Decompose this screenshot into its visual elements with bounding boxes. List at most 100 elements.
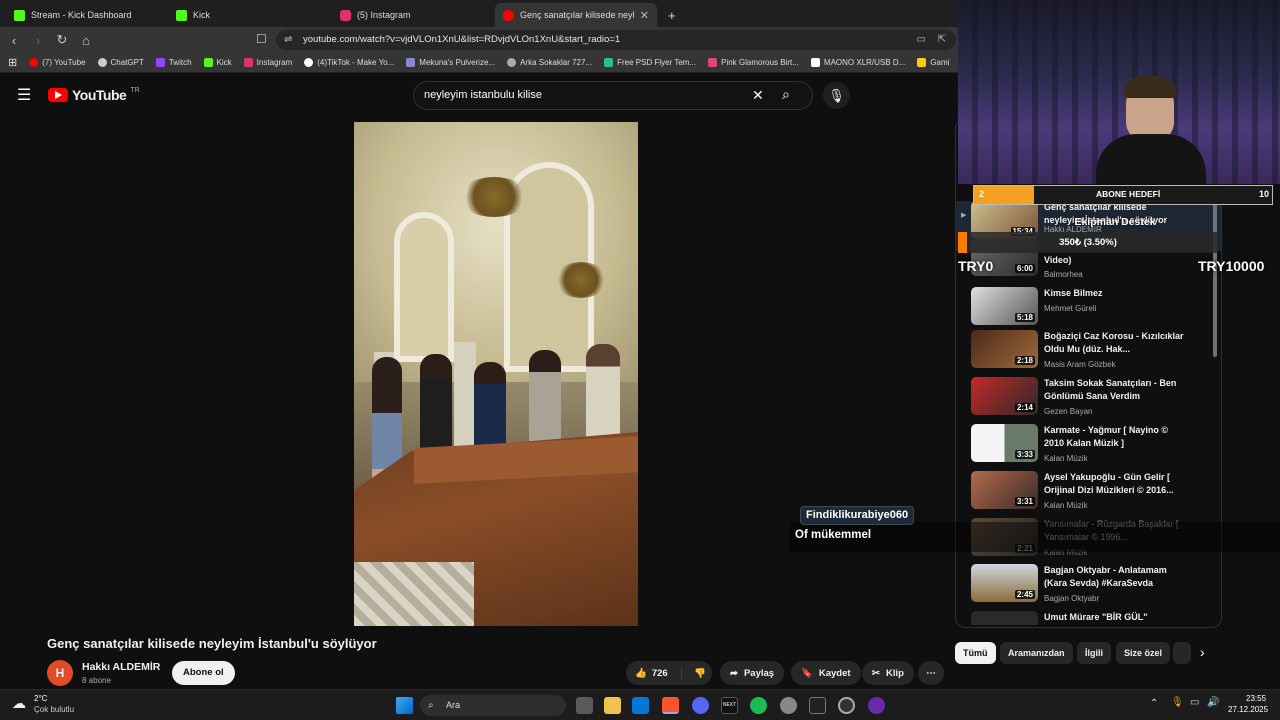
video-item-title: Aysel Yakupoğlu - Gün Gelir [ Orijinal D… [1044,472,1174,495]
new-tab-button[interactable]: + [660,3,684,27]
kick-icon [14,9,25,21]
bookmark-label: Twitch [168,58,192,67]
task-view-icon[interactable] [576,697,593,714]
reload-icon[interactable]: ↻ [52,32,72,48]
video-item-title: Video) [1044,255,1072,265]
clock-time[interactable]: 23:55 [1246,694,1266,703]
chip-from-search[interactable]: Aramanızdan [1000,642,1073,664]
windows-start-icon[interactable] [396,697,413,714]
bookmark-icon[interactable]: ☐ [256,32,267,46]
chevron-right-icon[interactable]: › [1200,644,1205,660]
channel-name[interactable]: Hakkı ALDEMİR [82,661,160,673]
epic-games-icon[interactable] [809,697,826,714]
playlist-item[interactable]: 2:14 Taksim Sokak Sanatçıları - Ben Gönl… [971,377,1211,423]
bookmark-label: (4)TikTok - Make Yo... [317,58,395,67]
tiktok-icon [304,58,314,67]
playlist-item[interactable]: Umut Mürare "BİR GÜL" [971,611,1211,625]
share-button[interactable]: ➦ Paylaş [720,661,785,685]
video-thumbnail: 5:18 [971,287,1038,325]
taskbar-search[interactable]: ⌕ Ara [420,695,566,716]
bookmark-kick[interactable]: Kick [203,58,232,67]
donation-title: Ekipman Destek [1074,216,1156,228]
tab-instagram[interactable]: (5) Instagram [332,3,492,27]
file-explorer-icon[interactable] [604,697,621,714]
save-button[interactable]: 🔖 Kaydet [791,661,861,685]
playlist-item[interactable]: 2:18 Boğaziçi Caz Korosu - Kızılcıklar O… [971,330,1211,376]
chip-related[interactable]: İlgili [1077,642,1111,664]
search-icon[interactable]: ⌕ [782,81,790,108]
bookmark-mekuna[interactable]: Mekuna's Pulverize... [406,58,495,67]
bookmark-instagram[interactable]: Instagram [243,58,292,67]
share-icon[interactable]: ⇱ [938,30,946,50]
bookmark-chatgpt[interactable]: ChatGPT [97,58,144,67]
close-tab-icon[interactable]: ✕ [640,9,649,22]
weather-icon[interactable]: ☁ [12,695,26,712]
menu-icon[interactable]: ☰ [17,85,31,105]
bookmark-arka-sokaklar[interactable]: Arka Sokaklar 727... [507,58,592,67]
save-icon: 🔖 [801,667,813,679]
dislike-button[interactable]: 👎 [688,668,706,679]
clip-label: Klip [885,667,904,679]
chevron-up-icon[interactable]: ⌃ [1150,698,1158,709]
playlist-item[interactable]: 5:18 Kimse Bilmez Mehmet Güreli [971,287,1211,333]
like-dislike-group: 👍 726 👎 [626,661,712,685]
apps-icon[interactable]: ⊞ [8,56,17,69]
like-button[interactable]: 👍 726 [626,667,682,679]
url-field[interactable]: ⇌ youtube.com/watch?v=vjdVLOn1XnU&list=R… [276,30,956,50]
bookmark-twitch[interactable]: Twitch [155,58,192,67]
tab-kick-dashboard[interactable]: Stream - Kick Dashboard [6,3,166,27]
playlist-item[interactable]: 3:31 Aysel Yakupoğlu - Gün Gelir [ Oriji… [971,471,1211,517]
voice-search-icon[interactable]: 🎙 [823,82,850,109]
video-duration: 2:14 [1014,403,1035,412]
bookmark-tiktok[interactable]: (4)TikTok - Make Yo... [304,58,394,67]
bookmark-pink-glamorous[interactable]: Pink Glamorous Birt... [708,58,799,67]
network-icon[interactable]: ▭ [1190,697,1199,708]
subscribe-button[interactable]: Abone ol [172,661,235,685]
thumb-up-icon: 👍 [635,667,647,679]
app-icon[interactable] [868,697,885,714]
microphone-icon[interactable]: 🎙 [1171,697,1184,708]
home-icon[interactable]: ⌂ [76,33,96,48]
volume-icon[interactable]: 🔊 [1207,697,1219,708]
youtube-logo[interactable]: YouTube TR [48,87,140,103]
like-count: 726 [651,667,668,679]
channel-avatar[interactable]: H [47,660,73,686]
spotify-icon[interactable] [750,697,767,714]
bookmark-youtube[interactable]: (7) YouTube [29,58,86,67]
video-item-title: Boğaziçi Caz Korosu - Kızılcıklar Oldu M… [1044,331,1184,354]
playlist-item[interactable]: 2:45 Bagjan Oktyabr - Anlatamam (Kara Se… [971,564,1211,610]
more-actions-button[interactable]: ⋯ [918,661,944,685]
back-icon[interactable]: ‹ [4,33,24,48]
search-input[interactable]: neyleyim istanbulu kilise ✕ ⌕ [413,81,813,110]
video-duration: 3:33 [1014,450,1035,459]
bookmark-free-psd[interactable]: Free PSD Flyer Tem... [604,58,696,67]
chip-all[interactable]: Tümü [955,642,996,664]
chip-more[interactable] [1173,642,1191,664]
tab-kick[interactable]: Kick [168,3,328,27]
forward-icon[interactable]: › [28,33,48,48]
settings-icon[interactable] [780,697,797,714]
brave-browser-icon[interactable] [662,697,679,714]
video-player[interactable] [354,122,638,626]
chip-for-you[interactable]: Size özel [1116,642,1171,664]
video-thumbnail: 2:45 [971,564,1038,602]
playlist-item[interactable]: 3:33 Karmate - Yağmur [ Nayino © 2010 Ka… [971,424,1211,470]
cast-icon[interactable]: ▭ [917,30,926,50]
clip-button[interactable]: ✂ Klip [862,661,914,685]
clear-search-icon[interactable]: ✕ [752,82,764,109]
tab-youtube-active[interactable]: Genç sanatçılar kilisede neyleyim ✕ [495,3,657,27]
video-thumbnail: 2:18 [971,330,1038,368]
clock-date[interactable]: 27.12.2025 [1228,705,1268,714]
donation-min: TRY0 [958,258,994,274]
bookmark-maono[interactable]: MAONO XLR/USB D... [810,58,905,67]
share-label: Paylaş [743,667,775,679]
obs-icon[interactable] [838,697,855,714]
video-duration: 5:18 [1014,313,1035,322]
playlist-scrollbar[interactable] [1213,197,1217,357]
video-duration: 6:00 [1014,264,1035,273]
site-info-icon[interactable]: ⇌ [284,30,292,50]
discord-icon[interactable] [692,697,709,714]
microsoft-store-icon[interactable] [632,697,649,714]
bookmark-gami[interactable]: Gami [917,58,949,67]
next-app-icon[interactable]: NEXT [721,697,738,714]
